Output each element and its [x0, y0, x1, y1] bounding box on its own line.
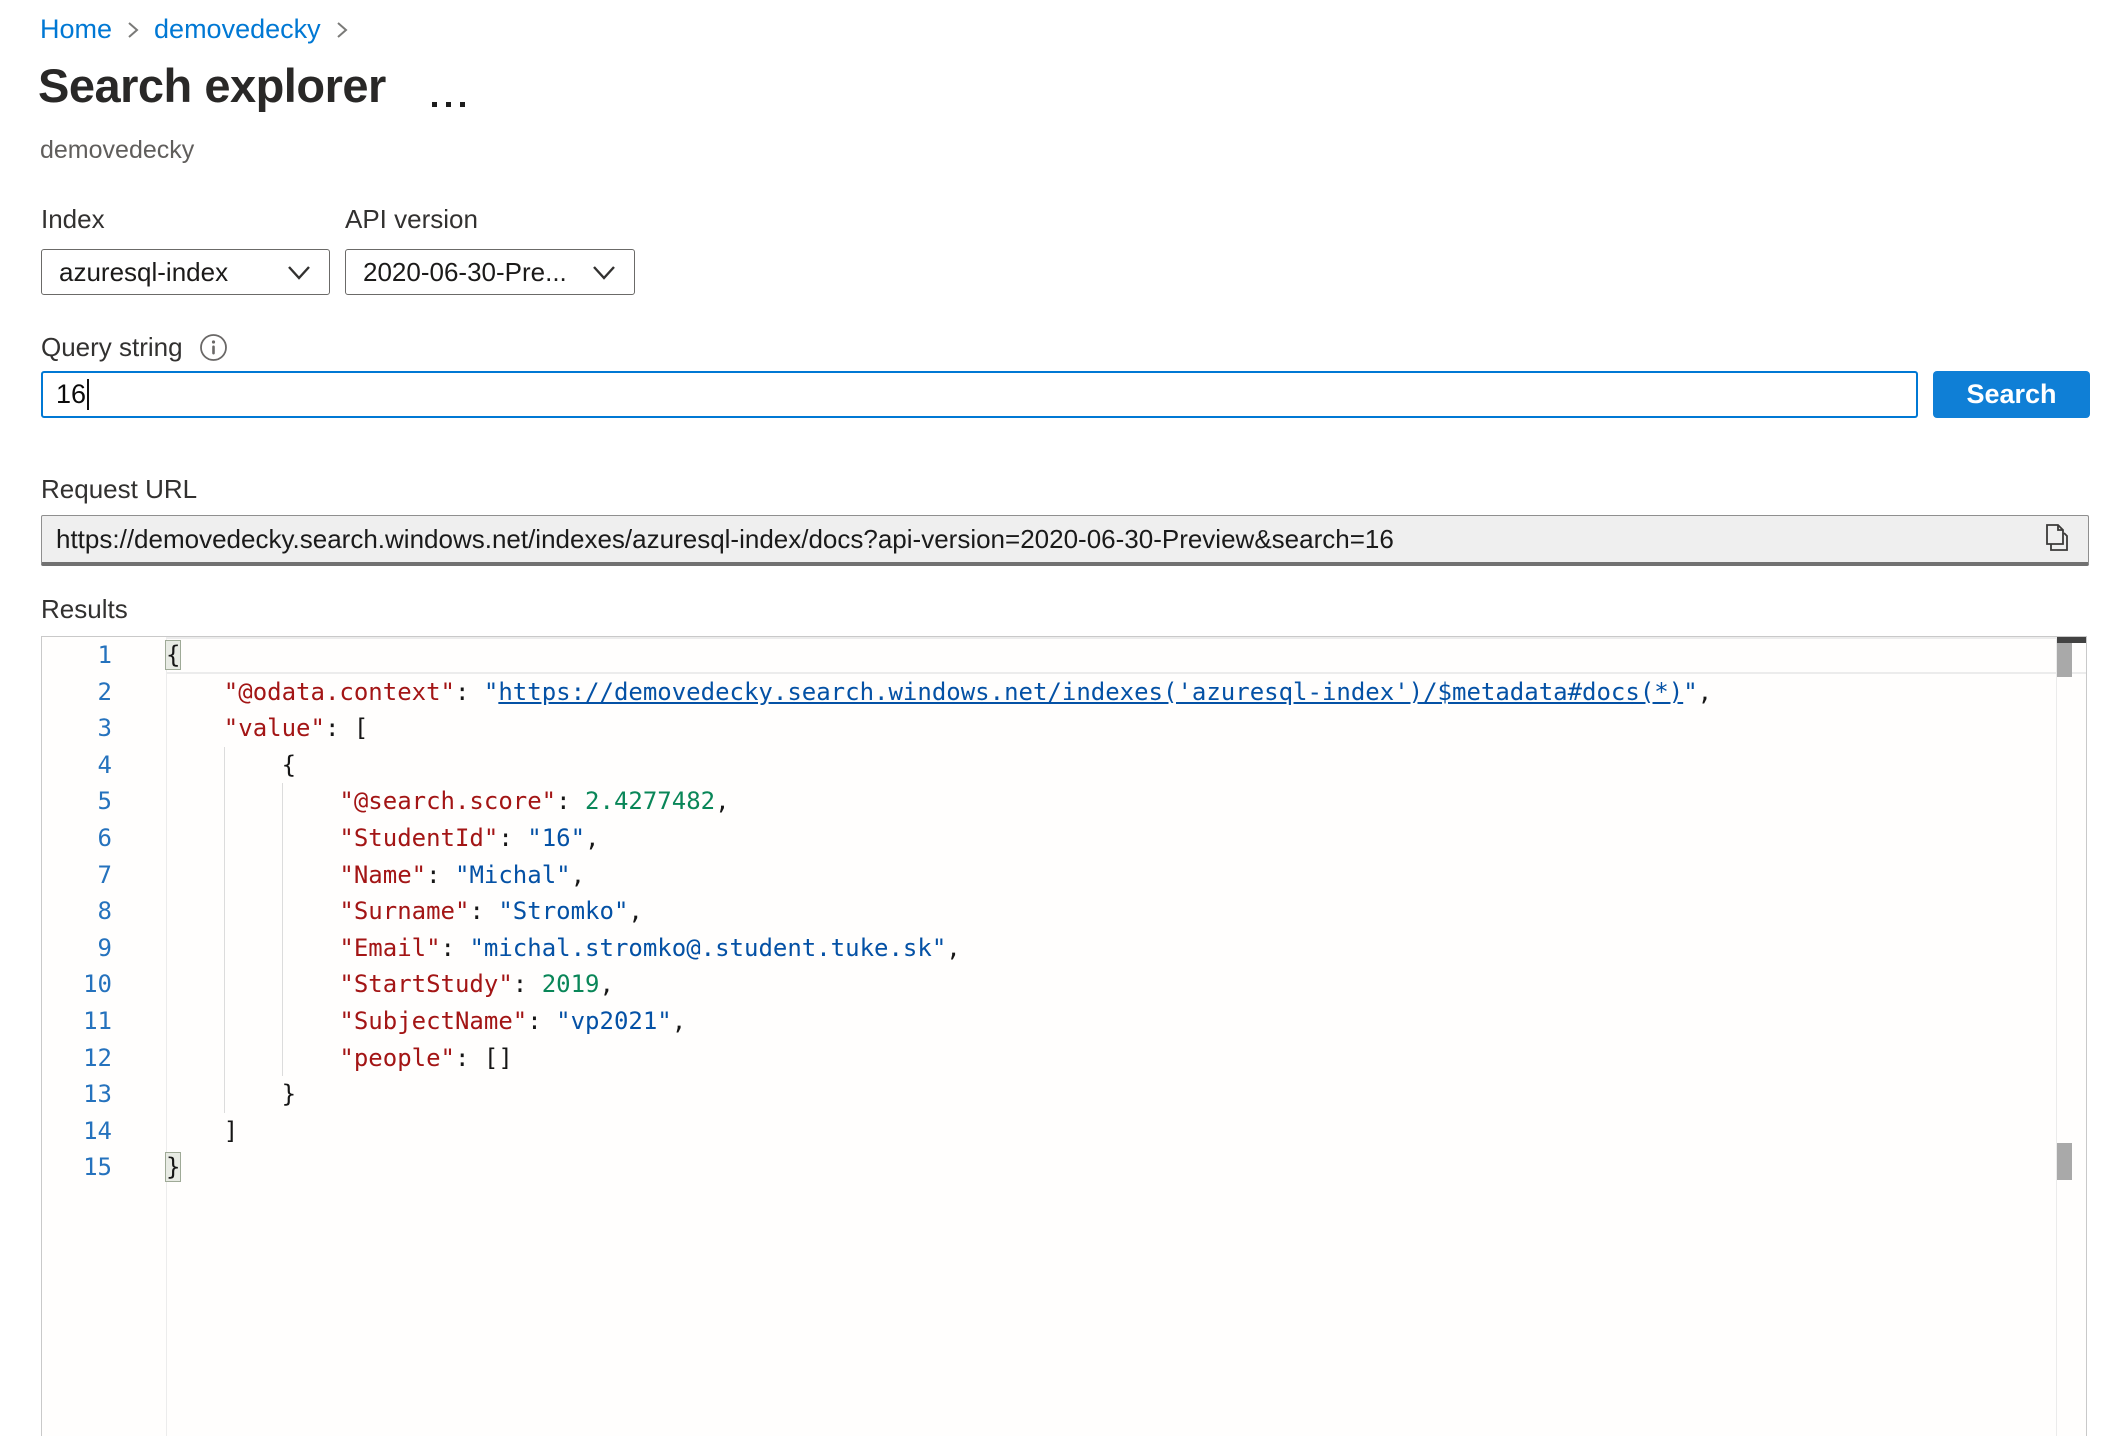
- line-number: 7: [42, 857, 166, 894]
- code-text: "Name": "Michal",: [166, 857, 2086, 894]
- query-string-value: 16: [56, 379, 86, 410]
- indent-guide: [224, 1040, 225, 1077]
- code-text: "StartStudy": 2019,: [166, 966, 2086, 1003]
- index-dropdown[interactable]: azuresql-index: [41, 249, 330, 295]
- code-line-8: 8 "Surname": "Stromko",: [42, 893, 2086, 930]
- api-version-dropdown[interactable]: 2020-06-30-Pre...: [345, 249, 635, 295]
- query-string-label: Query string: [41, 332, 183, 363]
- line-number: 15: [42, 1149, 166, 1186]
- code-line-14: 14 ]: [42, 1113, 2086, 1150]
- breadcrumb: Home demovedecky: [40, 14, 349, 45]
- indent-guide: [224, 820, 225, 857]
- indent-guide: [224, 783, 225, 820]
- code-text: ]: [166, 1113, 2086, 1150]
- indent-guide: [224, 747, 225, 784]
- code-line-1: 1{: [42, 637, 2086, 674]
- code-text: {: [166, 747, 2086, 784]
- line-number: 5: [42, 783, 166, 820]
- results-editor-lines: 1{2 "@odata.context": "https://demovedec…: [42, 637, 2086, 1186]
- code-text: }: [166, 1076, 2086, 1113]
- page-subtitle: demovedecky: [40, 136, 194, 165]
- code-line-2: 2 "@odata.context": "https://demovedecky…: [42, 674, 2086, 711]
- text-caret: [87, 379, 89, 410]
- line-number: 4: [42, 747, 166, 784]
- indent-guide: [282, 820, 283, 857]
- scrollbar-thumb[interactable]: [2057, 643, 2072, 677]
- indent-guide: [282, 1040, 283, 1077]
- code-line-4: 4 {: [42, 747, 2086, 784]
- code-text: }: [166, 1149, 2086, 1186]
- chevron-down-icon: [592, 257, 616, 288]
- chevron-right-icon: [126, 17, 140, 43]
- code-line-3: 3 "value": [: [42, 710, 2086, 747]
- search-button[interactable]: Search: [1933, 371, 2090, 418]
- results-editor[interactable]: 1{2 "@odata.context": "https://demovedec…: [41, 636, 2087, 1436]
- breadcrumb-home-link[interactable]: Home: [40, 14, 112, 45]
- more-actions-button[interactable]: [428, 98, 469, 111]
- indent-guide: [224, 1076, 225, 1113]
- index-dropdown-value: azuresql-index: [59, 257, 228, 288]
- scrollbar-lane: [2056, 637, 2057, 1436]
- line-number: 11: [42, 1003, 166, 1040]
- query-string-input[interactable]: 16: [41, 371, 1918, 418]
- indent-guide: [224, 966, 225, 1003]
- indent-guide: [224, 893, 225, 930]
- request-url-label: Request URL: [41, 474, 197, 505]
- code-line-9: 9 "Email": "michal.stromko@.student.tuke…: [42, 930, 2086, 967]
- page-title: Search explorer: [38, 58, 386, 113]
- results-label: Results: [41, 594, 128, 625]
- code-text: {: [166, 637, 2086, 674]
- indent-guide: [224, 857, 225, 894]
- code-text: "SubjectName": "vp2021",: [166, 1003, 2086, 1040]
- code-text: "Email": "michal.stromko@.student.tuke.s…: [166, 930, 2086, 967]
- copy-icon[interactable]: [2040, 521, 2072, 557]
- code-line-10: 10 "StartStudy": 2019,: [42, 966, 2086, 1003]
- indent-guide: [282, 966, 283, 1003]
- indent-guide: [282, 1003, 283, 1040]
- index-label: Index: [41, 204, 105, 235]
- line-number: 13: [42, 1076, 166, 1113]
- code-line-7: 7 "Name": "Michal",: [42, 857, 2086, 894]
- line-number: 3: [42, 710, 166, 747]
- code-line-13: 13 }: [42, 1076, 2086, 1113]
- code-line-15: 15}: [42, 1149, 2086, 1186]
- code-line-11: 11 "SubjectName": "vp2021",: [42, 1003, 2086, 1040]
- code-text: "StudentId": "16",: [166, 820, 2086, 857]
- ellipsis-icon: [432, 102, 437, 107]
- line-number: 6: [42, 820, 166, 857]
- code-line-5: 5 "@search.score": 2.4277482,: [42, 783, 2086, 820]
- code-text: "@odata.context": "https://demovedecky.s…: [166, 674, 2086, 711]
- line-number: 8: [42, 893, 166, 930]
- line-number: 14: [42, 1113, 166, 1150]
- request-url-value: https://demovedecky.search.windows.net/i…: [56, 524, 2040, 555]
- indent-guide: [282, 783, 283, 820]
- indent-guide: [282, 893, 283, 930]
- code-text: "@search.score": 2.4277482,: [166, 783, 2086, 820]
- api-version-label: API version: [345, 204, 478, 235]
- indent-guide: [224, 930, 225, 967]
- indent-guide: [282, 930, 283, 967]
- ellipsis-icon: [460, 102, 465, 107]
- code-line-6: 6 "StudentId": "16",: [42, 820, 2086, 857]
- indent-guide: [224, 1003, 225, 1040]
- code-text: "Surname": "Stromko",: [166, 893, 2086, 930]
- ellipsis-icon: [446, 102, 451, 107]
- overview-ruler-bracket-mark: [2057, 1143, 2072, 1180]
- breadcrumb-demovedecky-link[interactable]: demovedecky: [154, 14, 321, 45]
- code-text: "people": []: [166, 1040, 2086, 1077]
- line-number: 12: [42, 1040, 166, 1077]
- search-explorer-page: Home demovedecky Search explorer demoved…: [0, 0, 2102, 1436]
- indent-guide: [282, 857, 283, 894]
- code-line-12: 12 "people": []: [42, 1040, 2086, 1077]
- request-url-box: https://demovedecky.search.windows.net/i…: [41, 515, 2089, 566]
- chevron-down-icon: [287, 257, 311, 288]
- line-number: 2: [42, 674, 166, 711]
- code-text: "value": [: [166, 710, 2086, 747]
- info-icon[interactable]: [199, 333, 228, 362]
- line-number: 1: [42, 637, 166, 674]
- line-number: 9: [42, 930, 166, 967]
- api-version-dropdown-value: 2020-06-30-Pre...: [363, 257, 567, 288]
- line-number: 10: [42, 966, 166, 1003]
- chevron-right-icon: [335, 17, 349, 43]
